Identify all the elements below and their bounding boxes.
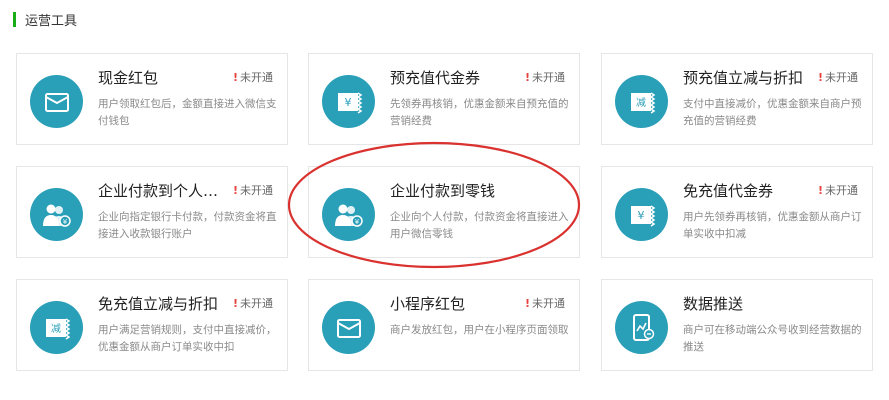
users-payment-icon: ¥ [322,188,375,241]
card-description: 商户发放红包，用户在小程序页面领取 [390,324,569,336]
svg-text:¥: ¥ [354,218,359,226]
card-title: 企业付款到个人银… [98,182,228,200]
card-description: 企业向个人付款，付款资金将直接进入用户微信零钱 [390,211,569,240]
card-data-push[interactable]: 数据推送 商户可在移动端公众号收到经营数据的推送 [601,279,873,371]
svg-text:¥: ¥ [637,209,644,222]
status-badge: ! 未开通 [232,71,273,84]
card-free-recharge-discount[interactable]: 减 免充值立减与折扣 ! 未开通 用户满足营销规则，支付中直接减价，优惠金额从商户… [16,279,288,371]
status-badge: ! 未开通 [817,71,858,84]
card-title: 预充值立减与折扣 [683,69,804,87]
card-title: 免充值立减与折扣 [98,295,219,313]
yuan-voucher-icon: ¥ [322,75,375,128]
red-packet-icon [30,75,83,128]
status-badge: ! 未开通 [524,71,565,84]
status-badge: ! 未开通 [232,184,273,197]
status-badge: ! 未开通 [524,297,565,310]
mobile-data-icon [615,301,668,354]
section-header: 运营工具 [13,8,77,30]
card-title: 数据推送 [683,295,744,313]
red-packet-icon [322,301,375,354]
card-description: 企业向指定银行卡付款，付款资金将直接进入收款银行账户 [98,211,277,240]
card-enterprise-to-bank[interactable]: ¥ 企业付款到个人银… ! 未开通 企业向指定银行卡付款，付款资金将直接进入收款银… [16,166,288,258]
card-cash-red-packet[interactable]: 现金红包 ! 未开通 用户领取红包后，金额直接进入微信支付钱包 [16,53,288,145]
svg-text:减: 减 [51,323,61,335]
card-title: 免充值代金券 [683,182,774,200]
discount-voucher-icon: 减 [615,75,668,128]
card-prepaid-discount[interactable]: 减 预充值立减与折扣 ! 未开通 支付中直接减价，优惠金额来自商户预充值的营销经费 [601,53,873,145]
card-title: 小程序红包 [390,295,466,313]
card-prepaid-voucher[interactable]: ¥ 预充值代金券 ! 未开通 先领券再核销，优惠金额来自预充值的营销经费 [308,53,580,145]
card-mini-program-red-packet[interactable]: 小程序红包 ! 未开通 商户发放红包，用户在小程序页面领取 [308,279,580,371]
section-accent-bar [13,11,16,27]
card-description: 用户先领券再核销，优惠金额从商户订单实收中扣减 [683,211,862,240]
card-description: 先领券再核销，优惠金额来自预充值的营销经费 [390,98,569,127]
yuan-voucher-icon: ¥ [615,188,668,241]
tools-grid: 现金红包 ! 未开通 用户领取红包后，金额直接进入微信支付钱包 ¥ 预充值代金券 … [16,53,876,373]
status-badge: ! 未开通 [817,184,858,197]
card-enterprise-to-wallet[interactable]: ¥ 企业付款到零钱 企业向个人付款，付款资金将直接进入用户微信零钱 [308,166,580,258]
svg-text:¥: ¥ [62,218,67,226]
svg-text:减: 减 [636,97,646,109]
svg-text:¥: ¥ [344,96,351,109]
card-description: 商户可在移动端公众号收到经营数据的推送 [683,324,862,353]
card-description: 用户满足营销规则，支付中直接减价，优惠金额从商户订单实收中扣 [98,324,277,353]
card-title: 现金红包 [98,69,159,87]
card-title: 预充值代金券 [390,69,481,87]
card-title: 企业付款到零钱 [390,182,496,200]
discount-voucher-icon: 减 [30,301,83,354]
card-description: 支付中直接减价，优惠金额来自商户预充值的营销经费 [683,98,862,127]
users-payment-icon: ¥ [30,188,83,241]
section-title: 运营工具 [25,13,78,29]
card-description: 用户领取红包后，金额直接进入微信支付钱包 [98,98,277,127]
status-badge: ! 未开通 [232,297,273,310]
card-free-recharge-voucher[interactable]: ¥ 免充值代金券 ! 未开通 用户先领券再核销，优惠金额从商户订单实收中扣减 [601,166,873,258]
